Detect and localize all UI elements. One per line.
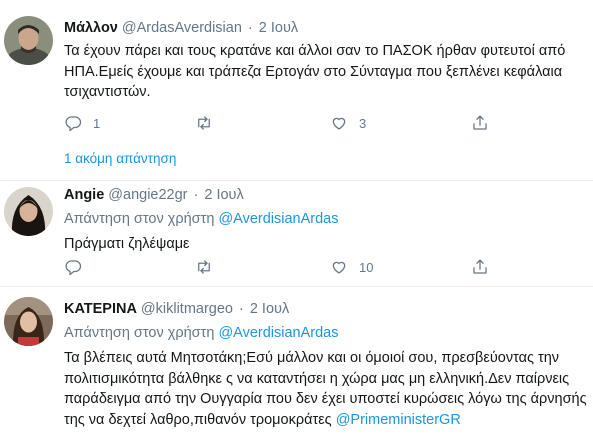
retweet-icon [198,116,210,130]
tweet-1[interactable]: Μάλλον @ArdasAverdisian · 2 Ιουλ Τα έχουν π… [0,0,593,180]
avatar[interactable] [4,297,53,346]
user-handle[interactable]: @kiklitmargeo [141,301,233,317]
more-replies-link[interactable]: 1 ακόμη απάντηση [64,151,176,166]
reply-context: Απάντηση στον χρήστη @AverdisianArdas [64,323,587,344]
like-count: 3 [359,115,367,131]
retweet-button[interactable] [195,114,224,132]
tweet-text: Τα βλέπεις αυτά Μητσοτάκη;Εσύ μάλλον και… [64,348,587,430]
tweet-text: Τα έχουν πάρει και τους κρατάνε και άλλο… [64,43,566,100]
separator-dot: · [239,301,244,317]
avatar[interactable] [4,187,53,236]
share-icon [473,115,487,130]
separator-dot: · [247,20,253,36]
user-handle[interactable]: @angie22gr [108,187,187,203]
display-name[interactable]: Μάλλον [64,20,118,36]
reply-context-label: Απάντηση στον χρήστη [64,325,219,341]
reply-context: Απάντηση στον χρήστη @AverdisianArdas [64,209,587,230]
reply-context-label: Απάντηση στον χρήστη [64,211,219,227]
reply-button[interactable]: 1 [64,114,100,132]
avatar[interactable] [4,16,53,65]
reply-to-mention[interactable]: @AverdisianArdas [218,211,338,227]
like-button[interactable]: 10 [330,258,373,276]
tweet-3[interactable]: ΚΑΤΕΡΙΝΑ @kiklitmargeo · 2 Ιουλ Απάντηση στ… [0,286,593,448]
tweet-date[interactable]: 2 Ιουλ [250,301,289,317]
tweet-actions: 10 [64,258,593,278]
tweet-text-body: Τα βλέπεις αυτά Μητσοτάκη;Εσύ μάλλον και… [64,350,587,428]
retweet-icon [198,260,210,274]
like-button[interactable]: 3 [330,114,366,132]
share-button[interactable] [471,114,489,132]
share-button[interactable] [471,258,489,276]
tweet-date[interactable]: 2 Ιουλ [204,187,243,203]
heart-icon [332,117,346,130]
reply-button[interactable] [64,258,93,276]
user-handle[interactable]: @ArdasAverdisian [122,20,242,36]
reply-to-mention[interactable]: @AverdisianArdas [218,325,338,341]
tweet-2[interactable]: Angie @angie22gr · 2 Ιουλ Απάντηση στον χρή… [0,180,593,286]
tweet-actions: 1 3 [64,114,593,134]
heart-icon [332,261,346,274]
separator-dot: · [193,187,199,203]
reply-count: 1 [93,115,101,131]
tweet-date[interactable]: 2 Ιουλ [259,20,298,36]
tweet-text-mention[interactable]: @PrimeministerGR [336,412,461,428]
tweet-header: Angie @angie22gr · 2 Ιουλ [64,185,587,205]
reply-icon [65,116,82,132]
tweet-header: ΚΑΤΕΡΙΝΑ @kiklitmargeo · 2 Ιουλ [64,299,587,319]
retweet-button[interactable] [195,258,224,276]
tweet-text: Πράγματι ζηλέψαμε [64,236,190,252]
display-name[interactable]: Angie [64,187,104,203]
share-icon [473,259,487,274]
like-count: 10 [359,259,374,275]
reply-icon [65,260,82,276]
tweet-header: Μάλλον @ArdasAverdisian · 2 Ιουλ [64,18,587,38]
display-name[interactable]: ΚΑΤΕΡΙΝΑ [64,301,137,317]
